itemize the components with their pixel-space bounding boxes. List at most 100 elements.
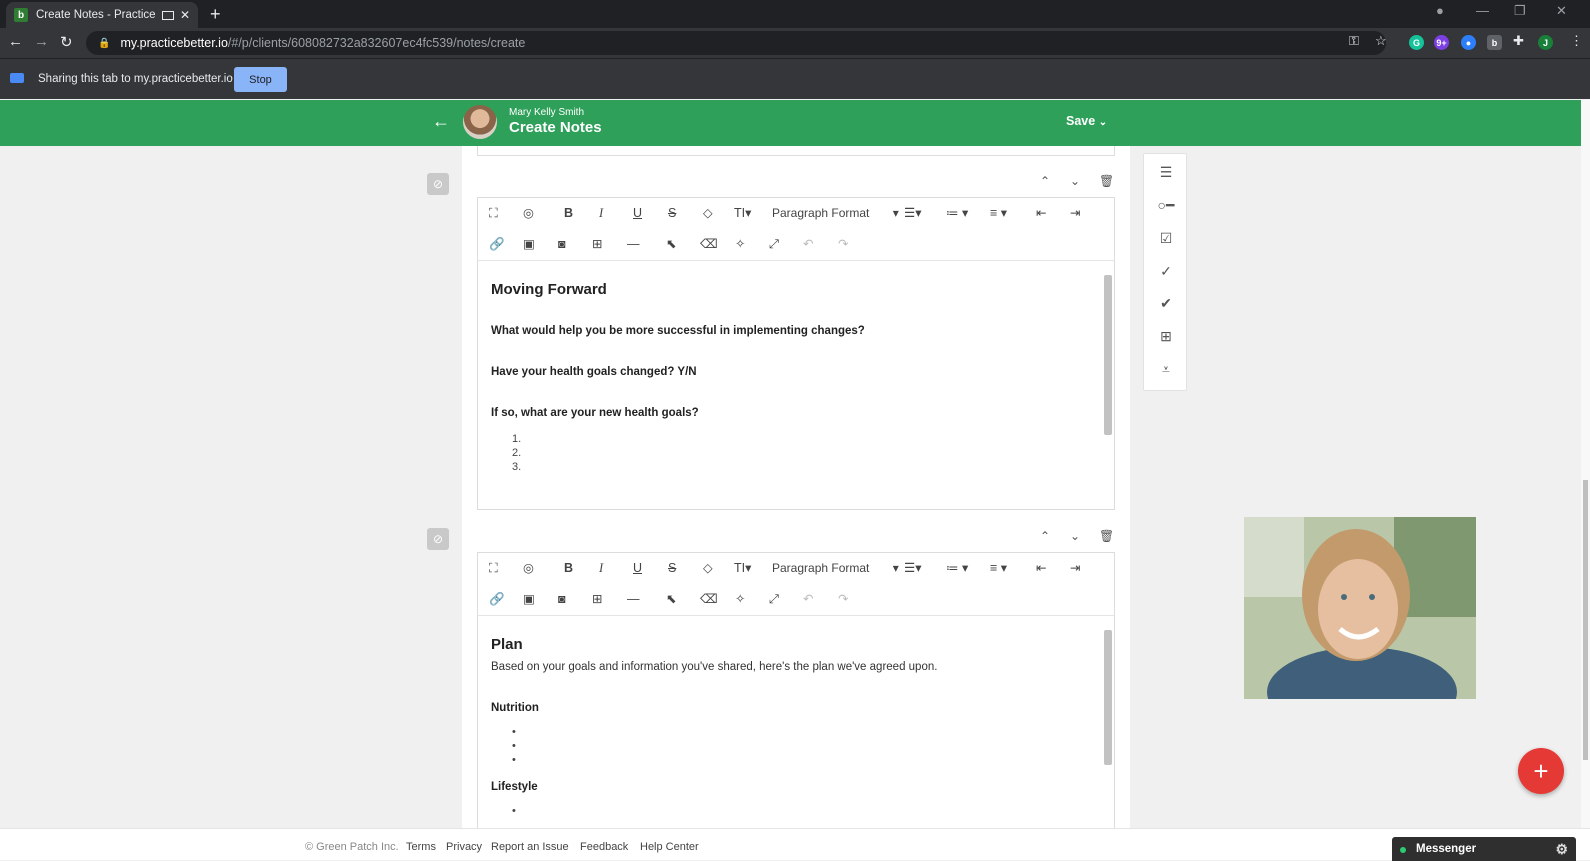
align-icon[interactable]: ☰▾ <box>904 559 921 577</box>
italic-icon[interactable]: I <box>599 559 603 577</box>
ordered-list-icon[interactable]: ≔ ▾ <box>946 204 968 222</box>
client-avatar[interactable] <box>463 105 497 139</box>
close-window-icon[interactable]: ✕ <box>1556 3 1567 19</box>
key-icon[interactable]: ⚿ <box>1349 33 1359 49</box>
magic-wand-icon[interactable]: ✧ <box>735 590 745 608</box>
ordered-list-icon[interactable]: ≔ ▾ <box>946 559 968 577</box>
checklist-icon[interactable]: ☑ <box>1156 230 1176 250</box>
practice-better-extension-icon[interactable]: b <box>1487 35 1502 50</box>
underline-icon[interactable]: U <box>633 559 642 577</box>
indent-icon[interactable]: ⇥ <box>1070 204 1080 222</box>
expand-icon[interactable]: ⤢ <box>769 590 779 608</box>
paragraph-format-select[interactable]: Paragraph Format ▾ <box>772 204 899 222</box>
undo-icon[interactable]: ↶ <box>803 590 813 608</box>
font-size-icon[interactable]: TI▾ <box>734 204 751 222</box>
add-table-row-icon[interactable]: ⊞ <box>1156 328 1176 348</box>
bold-icon[interactable]: B <box>564 559 573 577</box>
link-icon[interactable]: 🔗 <box>489 235 505 253</box>
hide-section-icon[interactable]: ⊘ <box>427 173 449 195</box>
indent-icon[interactable]: ⇥ <box>1070 559 1080 577</box>
redo-icon[interactable]: ↷ <box>838 235 848 253</box>
feedback-link[interactable]: Feedback <box>580 841 628 853</box>
video-call-preview[interactable] <box>1244 517 1476 699</box>
editor-scrollbar[interactable] <box>1104 275 1112 435</box>
page-scrollbar-thumb[interactable] <box>1583 480 1588 760</box>
back-nav-icon[interactable]: ← <box>8 33 23 50</box>
image-icon[interactable]: ▣ <box>523 590 535 608</box>
hide-section-icon[interactable]: ⊘ <box>427 528 449 550</box>
move-section-up-icon[interactable]: ⌃ <box>1040 529 1050 543</box>
delete-section-icon[interactable]: 🗑 <box>1099 529 1114 543</box>
fullscreen-icon[interactable]: ⛶ <box>489 204 498 222</box>
extension-blue-icon[interactable]: ● <box>1461 35 1476 50</box>
eraser-icon[interactable]: ⌫ <box>700 235 718 253</box>
select-cursor-icon[interactable]: ⬉ <box>666 590 676 608</box>
add-fab-button[interactable]: + <box>1518 748 1564 794</box>
report-issue-link[interactable]: Report an Issue <box>491 841 569 853</box>
redo-icon[interactable]: ↷ <box>838 590 848 608</box>
url-input[interactable]: 🔒 my.practicebetter.io /#/p/clients/6080… <box>86 31 1386 55</box>
grammarly-extension-icon[interactable]: G <box>1409 35 1424 50</box>
outdent-icon[interactable]: ⇤ <box>1036 559 1046 577</box>
text-color-icon[interactable]: ◇ <box>703 559 713 577</box>
align-icon[interactable]: ☰▾ <box>904 204 921 222</box>
minimize-window-icon[interactable]: — <box>1476 3 1489 18</box>
stop-sharing-button[interactable]: Stop <box>234 67 287 92</box>
mention-icon[interactable]: ◎ <box>523 204 534 222</box>
reload-icon[interactable]: ↻ <box>60 33 73 51</box>
terms-link[interactable]: Terms <box>406 841 436 853</box>
unordered-list-icon[interactable]: ≡ ▾ <box>990 204 1007 222</box>
double-check-icon[interactable]: ✔ <box>1156 295 1176 315</box>
profile-dropdown-icon[interactable]: ● <box>1436 3 1444 18</box>
browser-tab[interactable]: b Create Notes - Practice Bette ✕ <box>6 2 198 28</box>
camera-icon[interactable]: ◙ <box>558 235 566 253</box>
forward-nav-icon[interactable]: → <box>34 33 49 50</box>
close-tab-icon[interactable]: ✕ <box>180 8 190 22</box>
table-icon[interactable]: ⊞ <box>592 235 602 253</box>
text-color-icon[interactable]: ◇ <box>703 204 713 222</box>
expand-icon[interactable]: ⤢ <box>769 235 779 253</box>
strikethrough-icon[interactable]: S <box>668 559 676 577</box>
eraser-icon[interactable]: ⌫ <box>700 590 718 608</box>
extension-badge-icon[interactable]: 9+ <box>1434 35 1449 50</box>
italic-icon[interactable]: I <box>599 204 603 222</box>
editor-content[interactable]: Moving Forward What would help you be mo… <box>478 260 1114 509</box>
delete-section-icon[interactable]: 🗑 <box>1099 174 1114 188</box>
underline-icon[interactable]: U <box>633 204 642 222</box>
fullscreen-icon[interactable]: ⛶ <box>489 559 498 577</box>
editor-scrollbar[interactable] <box>1104 630 1112 765</box>
text-block-icon[interactable]: ☰ <box>1156 164 1176 184</box>
font-size-icon[interactable]: TI▾ <box>734 559 751 577</box>
move-section-up-icon[interactable]: ⌃ <box>1040 174 1050 188</box>
select-cursor-icon[interactable]: ⬉ <box>666 235 676 253</box>
undo-icon[interactable]: ↶ <box>803 235 813 253</box>
horizontal-line-icon[interactable]: — <box>627 235 640 253</box>
move-section-down-icon[interactable]: ⌄ <box>1070 174 1080 188</box>
editor-content[interactable]: Plan Based on your goals and information… <box>478 615 1114 828</box>
bold-icon[interactable]: B <box>564 204 573 222</box>
image-icon[interactable]: ▣ <box>523 235 535 253</box>
new-tab-button[interactable]: + <box>210 4 221 25</box>
privacy-link[interactable]: Privacy <box>446 841 482 853</box>
move-section-down-icon[interactable]: ⌄ <box>1070 529 1080 543</box>
profile-avatar[interactable]: J <box>1538 35 1553 50</box>
outdent-icon[interactable]: ⇤ <box>1036 204 1046 222</box>
unordered-list-icon[interactable]: ≡ ▾ <box>990 559 1007 577</box>
link-icon[interactable]: 🔗 <box>489 590 505 608</box>
save-button[interactable]: Save ⌄ <box>1066 114 1107 128</box>
help-center-link[interactable]: Help Center <box>640 841 699 853</box>
magic-wand-icon[interactable]: ✧ <box>735 235 745 253</box>
horizontal-line-icon[interactable]: — <box>627 590 640 608</box>
restore-window-icon[interactable]: ❐ <box>1514 3 1526 19</box>
strikethrough-icon[interactable]: S <box>668 204 676 222</box>
table-icon[interactable]: ⊞ <box>592 590 602 608</box>
back-arrow-icon[interactable]: ← <box>432 111 450 132</box>
browser-menu-icon[interactable]: ⋮ <box>1570 33 1583 49</box>
section-break-icon[interactable]: ⩡ <box>1156 361 1176 381</box>
bookmark-star-icon[interactable]: ☆ <box>1375 33 1387 49</box>
extensions-puzzle-icon[interactable]: ✚ <box>1513 33 1524 49</box>
gear-icon[interactable]: ⚙ <box>1555 841 1568 858</box>
paragraph-format-select[interactable]: Paragraph Format ▾ <box>772 559 899 577</box>
camera-icon[interactable]: ◙ <box>558 590 566 608</box>
messenger-widget[interactable]: Messenger ⚙ <box>1392 837 1576 861</box>
